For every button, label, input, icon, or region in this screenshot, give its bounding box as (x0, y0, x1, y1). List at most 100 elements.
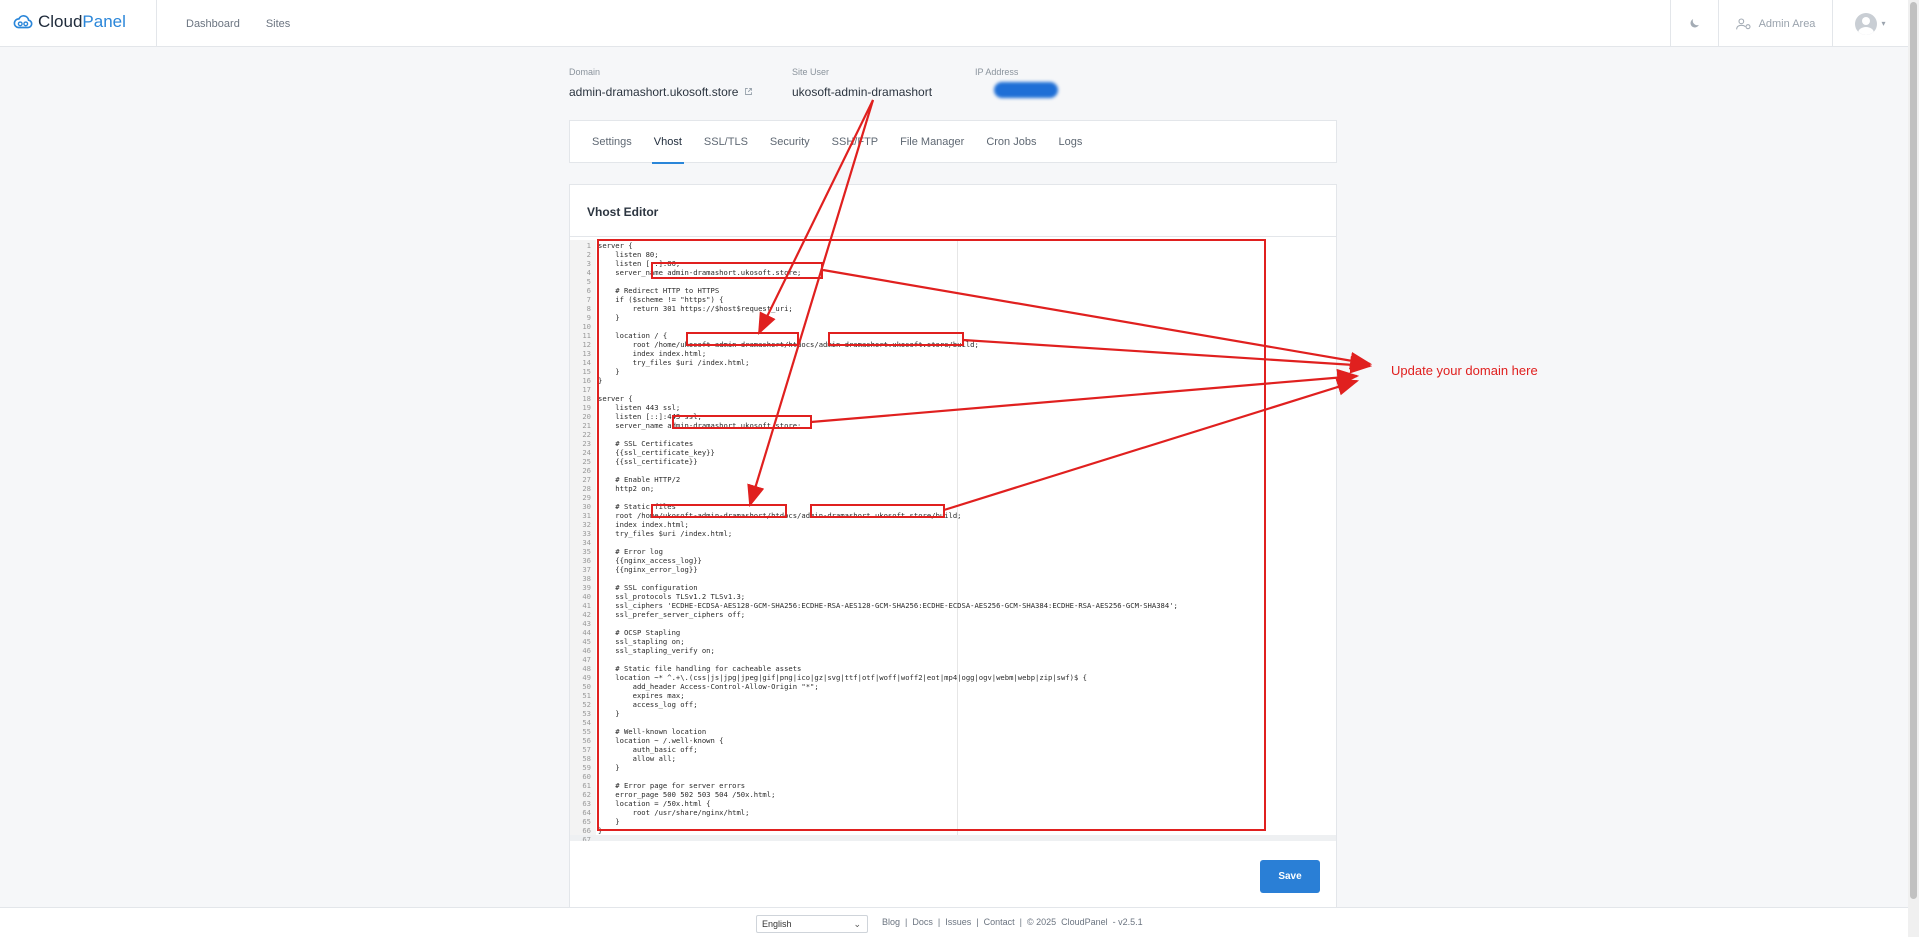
code-line[interactable]: 53 } (570, 709, 1336, 718)
code-line[interactable]: 27 # Enable HTTP/2 (570, 475, 1336, 484)
code-line[interactable]: 1 server { (570, 241, 1336, 250)
code-line[interactable]: 18 server { (570, 394, 1336, 403)
code-line[interactable]: 60 (570, 772, 1336, 781)
line-number: 54 (582, 718, 591, 727)
tab-settings[interactable]: Settings (592, 120, 632, 163)
code-line[interactable]: 20 listen [::]:443 ssl; (570, 412, 1336, 421)
code-line[interactable]: 66} (570, 826, 1336, 835)
code-line[interactable]: 48 # Static file handling for cacheable … (570, 664, 1336, 673)
code-line[interactable]: 35 # Error log (570, 547, 1336, 556)
line-text: ssl_ciphers 'ECDHE-ECDSA-AES128-GCM-SHA2… (598, 601, 1178, 610)
code-line[interactable]: 57 auth_basic off; (570, 745, 1336, 754)
code-line[interactable]: 25 {{ssl_certificate}} (570, 457, 1336, 466)
vhost-editor-card: Vhost Editor 1 server {2 listen 80; 3 list… (569, 184, 1337, 908)
code-line[interactable]: 40 ssl_protocols TLSv1.2 TLSv1.3; (570, 592, 1336, 601)
code-line[interactable]: 15 } (570, 367, 1336, 376)
tab-cron-jobs[interactable]: Cron Jobs (986, 120, 1036, 163)
admin-area-link[interactable]: Admin Area (1718, 0, 1832, 47)
code-line[interactable]: 12 root /home/ukosoft-admin-dramashort/h… (570, 340, 1336, 349)
external-link-icon[interactable] (744, 87, 753, 96)
code-line[interactable]: 10 (570, 322, 1336, 331)
code-line[interactable]: 61 # Error page for server errors (570, 781, 1336, 790)
code-line[interactable]: 41 ssl_ciphers 'ECDHE-ECDSA-AES128-GCM-S… (570, 601, 1336, 610)
footer-link-blog[interactable]: Blog (882, 917, 900, 927)
code-line[interactable]: 36 {{nginx_access_log}} (570, 556, 1336, 565)
code-line[interactable]: 31 root /home/ukosoft-admin-dramashort/h… (570, 511, 1336, 520)
vhost-code-editor[interactable]: 1 server {2 listen 80; 3 listen [::]:80; 4 … (570, 240, 1336, 841)
code-line[interactable]: 11 location / { (570, 331, 1336, 340)
code-line[interactable]: 42 ssl_prefer_server_ciphers off; (570, 610, 1336, 619)
code-line[interactable]: 52 access_log off; (570, 700, 1336, 709)
code-line[interactable]: 63 location = /50x.html { (570, 799, 1336, 808)
footer-link-contact[interactable]: Contact (984, 917, 1015, 927)
code-line[interactable]: 9 } (570, 313, 1336, 322)
tab-security[interactable]: Security (770, 120, 810, 163)
footer-link-docs[interactable]: Docs (912, 917, 933, 927)
line-text: # SSL configuration (598, 583, 698, 592)
code-line[interactable]: 67 (570, 835, 1336, 841)
code-line[interactable]: 16} (570, 376, 1336, 385)
line-number: 18 (582, 394, 591, 403)
code-line[interactable]: 14 try_files $uri /index.html; (570, 358, 1336, 367)
code-line[interactable]: 58 allow all; (570, 754, 1336, 763)
code-line[interactable]: 19 listen 443 ssl; (570, 403, 1336, 412)
code-line[interactable]: 3 listen [::]:80; (570, 259, 1336, 268)
code-line[interactable]: 4 server_name admin-dramashort.ukosoft.s… (570, 268, 1336, 277)
code-line[interactable]: 45 ssl_stapling on; (570, 637, 1336, 646)
code-line[interactable]: 22 (570, 430, 1336, 439)
code-line[interactable]: 7 if ($scheme != "https") { (570, 295, 1336, 304)
code-line[interactable]: 59 } (570, 763, 1336, 772)
language-select[interactable]: English ⌄ (756, 915, 868, 933)
code-line[interactable]: 13 index index.html; (570, 349, 1336, 358)
code-line[interactable]: 23 # SSL Certificates (570, 439, 1336, 448)
code-line[interactable]: 30 # Static files (570, 502, 1336, 511)
code-line[interactable]: 46 ssl_stapling_verify on; (570, 646, 1336, 655)
code-line[interactable]: 56 location ~ /.well-known { (570, 736, 1336, 745)
save-button[interactable]: Save (1260, 860, 1320, 893)
code-line[interactable]: 2 listen 80; (570, 250, 1336, 259)
code-line[interactable]: 38 (570, 574, 1336, 583)
code-line[interactable]: 6 # Redirect HTTP to HTTPS (570, 286, 1336, 295)
code-line[interactable]: 28 http2 on; (570, 484, 1336, 493)
code-line[interactable]: 43 (570, 619, 1336, 628)
code-line[interactable]: 33 try_files $uri /index.html; (570, 529, 1336, 538)
code-line[interactable]: 5 (570, 277, 1336, 286)
tab-ssh-ftp[interactable]: SSH/FTP (832, 120, 878, 163)
code-lines: 1 server {2 listen 80; 3 listen [::]:80; 4 … (570, 241, 1336, 841)
code-line[interactable]: 44 # OCSP Stapling (570, 628, 1336, 637)
code-line[interactable]: 39 # SSL configuration (570, 583, 1336, 592)
page-scrollbar[interactable] (1908, 0, 1919, 937)
code-line[interactable]: 26 (570, 466, 1336, 475)
line-number: 5 (586, 277, 591, 286)
footer-link-issues[interactable]: Issues (945, 917, 971, 927)
user-menu[interactable]: ▾ (1832, 0, 1908, 47)
tab-logs[interactable]: Logs (1058, 120, 1082, 163)
tab-file-manager[interactable]: File Manager (900, 120, 964, 163)
tab-ssl-tls[interactable]: SSL/TLS (704, 120, 748, 163)
nav-dashboard[interactable]: Dashboard (186, 18, 240, 30)
code-line[interactable]: 51 expires max; (570, 691, 1336, 700)
code-line[interactable]: 29 (570, 493, 1336, 502)
nav-sites[interactable]: Sites (266, 18, 290, 30)
domain-value[interactable]: admin-dramashort.ukosoft.store (569, 85, 753, 99)
code-line[interactable]: 8 return 301 https://$host$request_uri; (570, 304, 1336, 313)
code-line[interactable]: 47 (570, 655, 1336, 664)
code-line[interactable]: 37 {{nginx_error_log}} (570, 565, 1336, 574)
code-line[interactable]: 54 (570, 718, 1336, 727)
scrollbar-thumb[interactable] (1910, 2, 1917, 899)
code-line[interactable]: 32 index index.html; (570, 520, 1336, 529)
code-line[interactable]: 24 {{ssl_certificate_key}} (570, 448, 1336, 457)
code-line[interactable]: 55 # Well-known location (570, 727, 1336, 736)
dark-mode-toggle[interactable] (1670, 0, 1718, 47)
tab-vhost[interactable]: Vhost (651, 120, 685, 164)
code-line[interactable]: 49 location ~* ^.+\.(css|js|jpg|jpeg|gif… (570, 673, 1336, 682)
code-line[interactable]: 21 server_name admin-dramashort.ukosoft.… (570, 421, 1336, 430)
line-number: 13 (582, 349, 591, 358)
code-line[interactable]: 50 add_header Access-Control-Allow-Origi… (570, 682, 1336, 691)
code-line[interactable]: 17 (570, 385, 1336, 394)
code-line[interactable]: 64 root /usr/share/nginx/html; (570, 808, 1336, 817)
code-line[interactable]: 65 } (570, 817, 1336, 826)
code-line[interactable]: 62 error_page 500 502 503 504 /50x.html; (570, 790, 1336, 799)
brand-logo[interactable]: CloudPanel (12, 10, 126, 34)
code-line[interactable]: 34 (570, 538, 1336, 547)
